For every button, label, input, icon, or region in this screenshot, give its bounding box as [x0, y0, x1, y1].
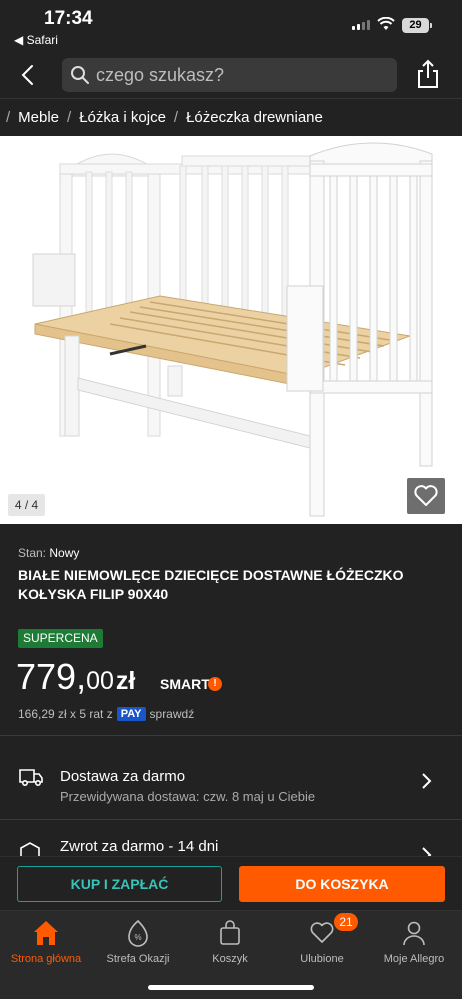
search-bar[interactable] — [62, 58, 397, 92]
price-currency: zł — [115, 667, 136, 695]
breadcrumb-separator: / — [173, 109, 179, 126]
breadcrumb-separator: / — [6, 109, 11, 126]
chevron-right-icon — [422, 847, 432, 856]
deals-icon: % — [128, 919, 148, 947]
share-icon — [418, 59, 438, 88]
truck-icon — [19, 769, 43, 787]
home-indicator — [148, 985, 314, 990]
share-button[interactable] — [414, 58, 442, 90]
breadcrumb: / Meble / Łóżka i kojce / Łóżeczka drewn… — [0, 98, 462, 136]
buy-now-button[interactable]: KUP I ZAPŁAĆ — [17, 866, 222, 902]
heart-outline-icon — [414, 485, 438, 506]
search-input[interactable] — [96, 58, 386, 92]
cart-icon — [220, 920, 240, 945]
returns-row[interactable]: Zwrot za darmo - 14 dni — [0, 819, 462, 856]
condition-value: Nowy — [49, 546, 80, 560]
installments: 166,29 zł x 5 rat z PAY sprawdź — [18, 707, 194, 721]
allegro-pay-logo: PAY — [116, 707, 146, 721]
search-icon — [71, 66, 89, 84]
product-title: BIAŁE NIEMOWLĘCE DZIECIĘCE DOSTAWNE ŁÓŻE… — [18, 567, 404, 602]
delivery-title: Dostawa za darmo — [60, 768, 186, 785]
clock: 17:34 — [44, 8, 93, 29]
smart-label: SMART — [160, 676, 210, 692]
condition: Stan: Nowy — [18, 546, 79, 560]
product-image — [0, 136, 462, 524]
tab-label: Koszyk — [212, 953, 248, 965]
heart-icon — [310, 922, 334, 943]
breadcrumb-item-lozka[interactable]: Łóżka i kojce — [79, 109, 166, 126]
header — [0, 52, 462, 98]
tab-my-allegro[interactable]: Moje Allegro — [368, 917, 460, 965]
add-to-cart-button[interactable]: DO KOSZYKA — [239, 866, 445, 902]
tab-label: Strona główna — [10, 953, 82, 965]
smart-info-icon[interactable]: ! — [208, 677, 222, 691]
tab-cart[interactable]: Koszyk — [184, 917, 276, 965]
battery-icon: 29 — [402, 18, 432, 33]
breadcrumb-item-lozeczka[interactable]: Łóżeczka drewniane — [186, 109, 323, 126]
breadcrumb-separator: / — [67, 109, 72, 126]
tab-label: Strefa Okazji — [106, 953, 170, 965]
tab-home[interactable]: Strona główna — [0, 917, 92, 965]
user-icon — [403, 921, 425, 946]
return-box-icon — [20, 842, 40, 856]
tab-label: Ulubione — [300, 953, 344, 965]
status-bar: 17:34 ◀ Safari 29 — [0, 0, 462, 52]
wifi-icon — [377, 17, 395, 30]
add-to-favorites-button[interactable] — [407, 478, 445, 514]
signal-icon — [352, 20, 370, 30]
price-main: 779, — [16, 656, 87, 697]
chevron-right-icon — [422, 773, 432, 789]
returns-title: Zwrot za darmo - 14 dni — [60, 838, 219, 855]
back-to-safari-link[interactable]: ◀ Safari — [14, 33, 58, 47]
back-button[interactable] — [14, 60, 42, 90]
breadcrumb-item-meble[interactable]: Meble — [18, 109, 59, 126]
condition-label: Stan: — [18, 546, 47, 560]
chevron-left-icon — [21, 65, 33, 85]
price-cents: 00 — [86, 667, 114, 695]
home-icon — [34, 921, 58, 945]
svg-text:%: % — [134, 933, 141, 942]
delivery-subtitle: Przewidywana dostawa: czw. 8 maj u Ciebi… — [60, 789, 316, 804]
tab-deals[interactable]: % Strefa Okazji — [92, 917, 184, 965]
supercena-badge: SUPERCENA — [18, 629, 103, 648]
delivery-row[interactable]: Dostawa za darmo Przewidywana dostawa: c… — [0, 735, 462, 819]
image-counter: 4 / 4 — [8, 494, 45, 516]
product-image-gallery[interactable]: 4 / 4 — [0, 136, 462, 524]
installments-text: 166,29 zł x 5 rat z — [18, 707, 113, 721]
tab-label: Moje Allegro — [383, 953, 445, 965]
action-bar: KUP I ZAPŁAĆ DO KOSZYKA — [0, 856, 462, 910]
favorites-count-badge: 21 — [334, 913, 358, 931]
price: 779,00zł — [16, 656, 135, 698]
check-installments-link[interactable]: sprawdź — [150, 707, 195, 721]
